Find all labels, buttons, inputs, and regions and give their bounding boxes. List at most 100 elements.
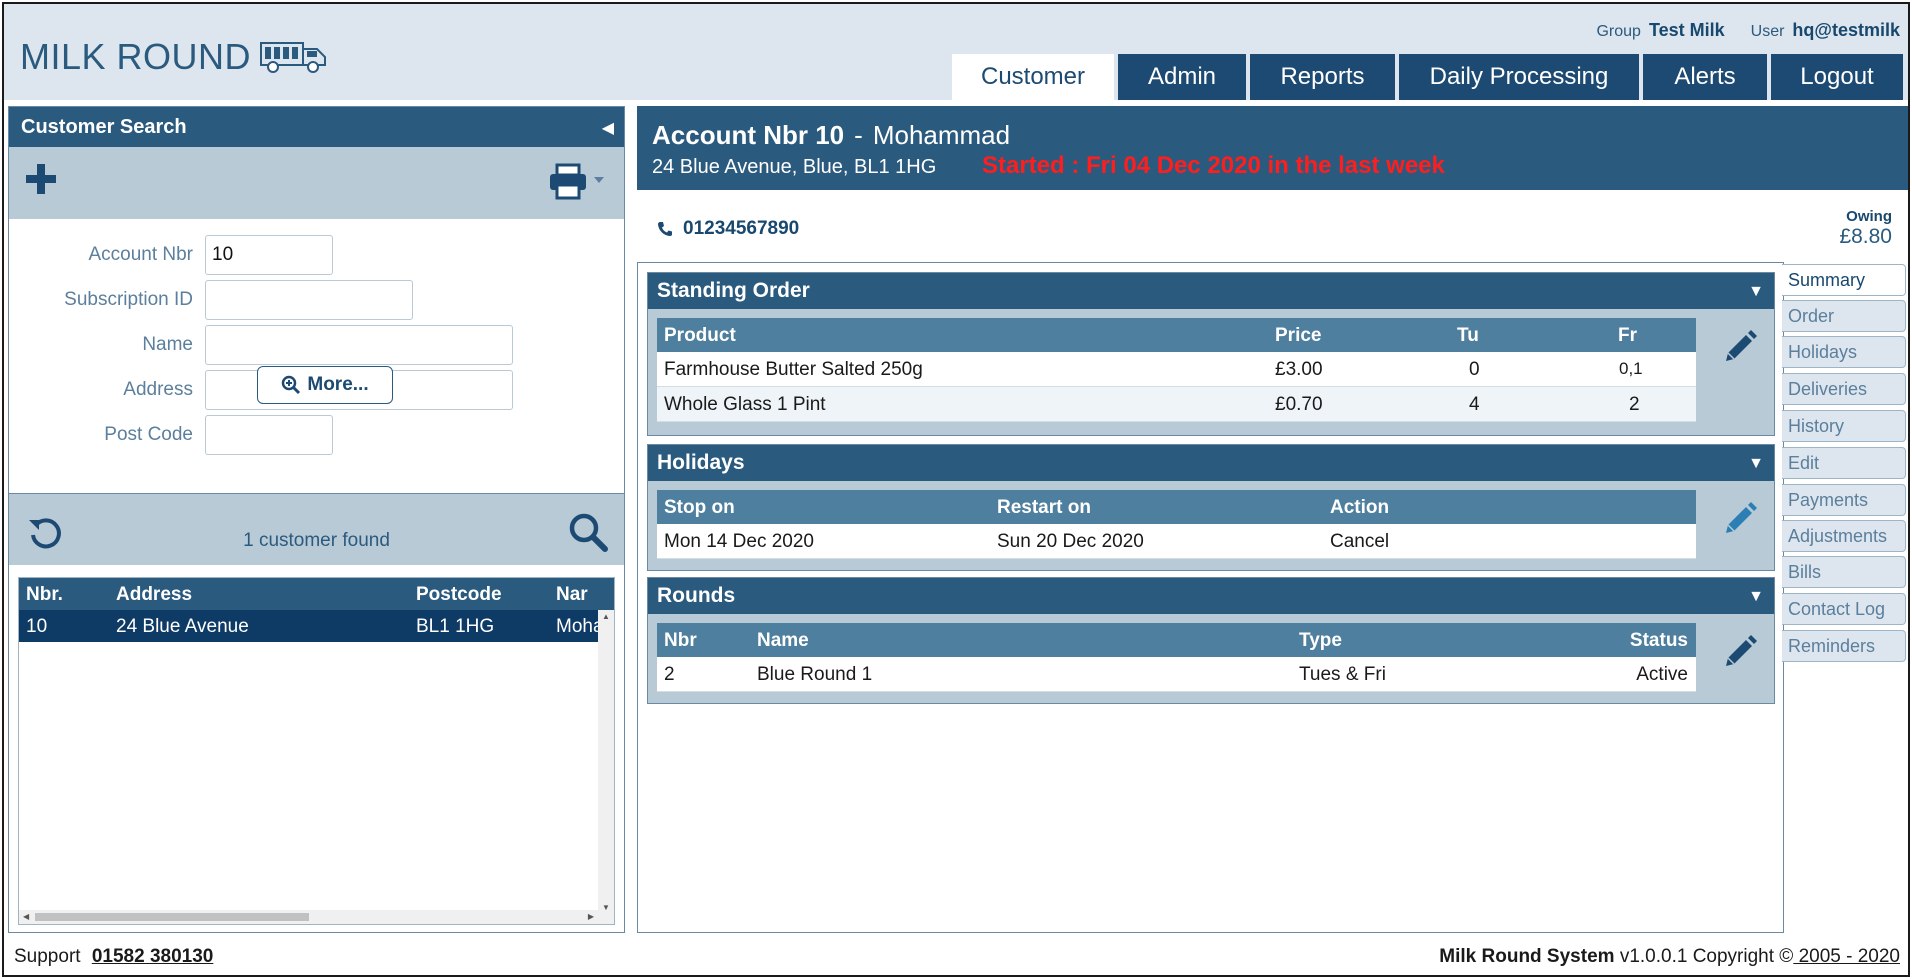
field-row: Subscription ID [9, 280, 413, 320]
vertical-scrollbar[interactable]: ▲ ▼ [598, 610, 614, 914]
more-button[interactable]: More... [257, 366, 393, 404]
cell-price: £3.00 [1275, 359, 1323, 380]
account-title: Account Nbr 10 - Mohammad [652, 120, 1010, 151]
tab-reports[interactable]: Reports [1250, 54, 1395, 100]
col-header-restart-on: Restart on [997, 497, 1091, 518]
tab-logout[interactable]: Logout [1771, 54, 1903, 100]
main-tabs: Customer Admin Reports Daily Processing … [952, 54, 1903, 100]
customer-search-panel: Customer Search ◀ Account Nbr Subscripti… [8, 106, 625, 933]
support-phone-link[interactable]: 01582 380130 [92, 946, 214, 967]
side-tab-adjustments[interactable]: Adjustments [1782, 520, 1906, 552]
pencil-icon[interactable] [1722, 329, 1758, 365]
side-tab-contact-log[interactable]: Contact Log [1782, 593, 1906, 625]
cell-product: Farmhouse Butter Salted 250g [664, 359, 923, 380]
collapse-triangle-icon[interactable]: ▼ [1748, 455, 1764, 473]
side-tab-payments[interactable]: Payments [1782, 484, 1906, 516]
tab-admin[interactable]: Admin [1118, 54, 1246, 100]
side-tab-bills[interactable]: Bills [1782, 556, 1906, 588]
horizontal-scroll-thumb[interactable] [35, 913, 309, 921]
collapse-triangle-icon[interactable]: ◀ [602, 118, 614, 138]
plus-icon[interactable] [23, 161, 59, 197]
account-nbr-label: Account Nbr [88, 244, 193, 265]
scroll-right-arrow-icon[interactable]: ▶ [588, 912, 594, 921]
side-tab-edit[interactable]: Edit [1782, 447, 1906, 479]
collapse-triangle-icon[interactable]: ▼ [1748, 283, 1764, 301]
account-nbr-input[interactable] [205, 235, 333, 275]
side-tab-holidays[interactable]: Holidays [1782, 336, 1906, 368]
phone-number[interactable]: 01234567890 [683, 218, 799, 240]
customer-search-header: Customer Search ◀ [9, 107, 624, 147]
table-row: Farmhouse Butter Salted 250g £3.00 0 0,1 [657, 352, 1696, 387]
field-row: Post Code [9, 415, 333, 455]
col-header-address[interactable]: Address [116, 584, 192, 606]
van-icon [260, 42, 327, 73]
search-form: Account Nbr Subscription ID Name Address… [9, 219, 624, 493]
post-code-input[interactable] [205, 415, 333, 455]
account-number: Account Nbr 10 [652, 120, 845, 150]
user-info: Group Test Milk User hq@testmilk [1596, 20, 1900, 41]
owing-summary: Owing £8.80 [1839, 208, 1892, 249]
horizontal-scrollbar[interactable]: ◀ ▶ [19, 910, 614, 924]
customer-search-title: Customer Search [21, 115, 187, 138]
cell-nbr: 10 [26, 616, 48, 637]
header: MILK ROUND Group Test Milk User hq@testm… [4, 4, 1908, 100]
cell-restart-on: Sun 20 Dec 2020 [997, 531, 1144, 552]
side-tab-summary[interactable]: Summary [1782, 264, 1906, 296]
support-label: Support [14, 946, 81, 967]
table-header: Nbr Name Type Status [657, 623, 1696, 657]
cancel-holiday-link[interactable]: Cancel [1330, 531, 1389, 553]
side-tab-deliveries[interactable]: Deliveries [1782, 373, 1906, 405]
side-tab-order[interactable]: Order [1782, 300, 1906, 332]
subscription-id-input[interactable] [205, 280, 413, 320]
col-header-nbr[interactable]: Nbr. [26, 584, 63, 606]
collapse-triangle-icon[interactable]: ▼ [1748, 588, 1764, 606]
name-label: Name [142, 334, 193, 355]
table-row[interactable]: 10 24 Blue Avenue BL1 1HG Moha [19, 610, 614, 642]
printer-icon[interactable] [548, 163, 606, 201]
tab-alerts[interactable]: Alerts [1643, 54, 1767, 100]
support-info: Support 01582 380130 [14, 946, 213, 968]
col-header-stop-on: Stop on [664, 497, 735, 518]
version-text: v1.0.0.1 Copyright © [1619, 946, 1794, 967]
search-icon[interactable] [568, 512, 608, 552]
col-header-name[interactable]: Nar [556, 584, 600, 606]
col-header-fr: Fr [1618, 325, 1637, 346]
cell-fr: 0,1 [1619, 359, 1643, 378]
col-header-tu: Tu [1457, 325, 1479, 346]
name-input[interactable] [205, 325, 513, 365]
account-name: Mohammad [872, 120, 1011, 150]
app-frame: MILK ROUND Group Test Milk User hq@testm… [2, 2, 1910, 977]
cell-fr: 2 [1629, 394, 1640, 415]
brand-name: MILK ROUND [20, 36, 252, 77]
col-header-action: Action [1330, 497, 1390, 518]
account-panel: Account Nbr 10 - Mohammad 24 Blue Avenue… [637, 106, 1908, 933]
phone-icon [658, 222, 672, 236]
side-tab-reminders[interactable]: Reminders [1782, 630, 1906, 662]
customer-results-grid: Nbr. Address Postcode Nar 10 24 Blue Ave… [18, 577, 615, 925]
scroll-up-arrow-icon[interactable]: ▲ [602, 612, 610, 621]
cell-name: Blue Round 1 [757, 664, 873, 685]
tab-customer[interactable]: Customer [952, 54, 1114, 100]
cell-postcode: BL1 1HG [416, 616, 495, 637]
table-row: Whole Glass 1 Pint £0.70 4 2 [657, 387, 1696, 422]
side-tab-history[interactable]: History [1782, 410, 1906, 442]
group-label: Group [1596, 23, 1641, 40]
logo: MILK ROUND [20, 36, 329, 78]
tab-daily-processing[interactable]: Daily Processing [1399, 54, 1639, 100]
copyright-years-link[interactable]: 2005 - 2020 [1793, 946, 1900, 967]
rounds-header[interactable]: Rounds ▼ [648, 578, 1774, 614]
pencil-icon[interactable] [1722, 634, 1758, 670]
col-header-postcode[interactable]: Postcode [416, 584, 502, 606]
field-row: Account Nbr [9, 235, 333, 275]
summary-content: Standing Order ▼ Product Price Tu Fr Far… [637, 262, 1784, 933]
grid-header: Nbr. Address Postcode Nar [19, 578, 614, 610]
account-separator: - [854, 120, 863, 150]
cell-name: Moha [556, 616, 600, 637]
standing-order-header[interactable]: Standing Order ▼ [648, 273, 1774, 309]
scroll-left-arrow-icon[interactable]: ◀ [23, 912, 29, 921]
user-value: hq@testmilk [1792, 20, 1900, 40]
pencil-icon[interactable] [1722, 501, 1758, 537]
holidays-header[interactable]: Holidays ▼ [648, 445, 1774, 481]
group-value: Test Milk [1648, 20, 1725, 40]
table-row: 2 Blue Round 1 Tues & Fri Active [657, 657, 1696, 692]
